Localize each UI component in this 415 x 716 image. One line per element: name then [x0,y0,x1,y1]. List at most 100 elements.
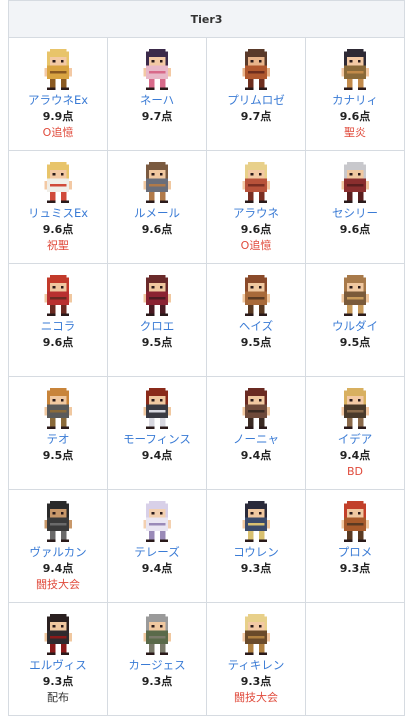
character-score: 9.3点 [42,675,74,688]
character-name-link[interactable]: アラウネEx [28,92,88,108]
character-score: 9.7点 [141,110,173,123]
character-cell: イデア 9.4点 BD [305,376,405,490]
table-row: ヴァルカン 9.4点 闘技大会 テレーズ 9.4点 コウレン 9.3点 プロメ … [8,489,405,603]
character-tag: O追憶 [240,239,272,252]
character-cell: ノーニャ 9.4点 [206,376,306,490]
character-score: 9.6点 [240,223,272,236]
character-name-link[interactable]: ティキレン [228,657,285,673]
character-score: 9.4点 [141,562,173,575]
character-card: アラウネEx 9.9点 O追憶 [9,38,107,141]
character-name-link[interactable]: エルヴィス [29,657,87,673]
character-name-link[interactable]: ルメール [134,205,180,221]
character-name-link[interactable]: プリムロゼ [227,92,285,108]
character-cell: プリムロゼ 9.7点 [206,37,306,151]
character-score: 9.5点 [42,449,74,462]
character-tag: 祝聖 [47,239,69,252]
character-name-link[interactable]: ノーニャ [233,431,279,447]
character-cell: カナリィ 9.6点 聖炎 [305,37,405,151]
character-sprite-icon [143,274,171,316]
character-score: 9.7点 [240,110,272,123]
character-tag: BD [346,465,364,478]
character-score: 9.3点 [339,562,371,575]
character-score: 9.6点 [339,110,371,123]
character-score: 9.6点 [42,336,74,349]
character-tag: O追憶 [42,126,74,139]
character-sprite-icon [341,161,369,203]
character-card: カナリィ 9.6点 聖炎 [306,38,404,141]
character-name-link[interactable]: ヘイズ [239,318,273,334]
character-score: 9.5点 [240,336,272,349]
character-sprite-icon [143,387,171,429]
character-name-link[interactable]: ネーハ [140,92,174,108]
character-sprite-icon [341,500,369,542]
character-sprite-icon [242,274,270,316]
character-cell: カージェス 9.3点 [107,602,207,716]
character-sprite-icon [242,613,270,655]
character-sprite-icon [44,48,72,90]
character-name-link[interactable]: リュミスEx [28,205,88,221]
character-card: クロエ 9.5点 [108,264,206,351]
character-name-link[interactable]: カナリィ [332,92,378,108]
character-cell: アラウネEx 9.9点 O追憶 [8,37,108,151]
character-name-link[interactable]: ヴァルカン [29,544,86,560]
character-cell: テレーズ 9.4点 [107,489,207,603]
character-cell: モーフィンス 9.4点 [107,376,207,490]
character-card: リュミスEx 9.6点 祝聖 [9,151,107,254]
character-sprite-icon [44,500,72,542]
character-cell: ネーハ 9.7点 [107,37,207,151]
character-name-link[interactable]: カージェス [128,657,185,673]
tier-title: Tier3 [8,0,405,38]
character-card: プリムロゼ 9.7点 [207,38,305,125]
character-sprite-icon [44,387,72,429]
character-score: 9.5点 [141,336,173,349]
character-name-link[interactable]: セシリー [332,205,378,221]
character-card: ヴァルカン 9.4点 闘技大会 [9,490,107,593]
character-name-link[interactable]: クロエ [140,318,175,334]
character-cell: エルヴィス 9.3点配布 [8,602,108,716]
empty-cell [305,602,405,716]
character-sprite-icon [44,274,72,316]
character-score: 9.3点 [240,562,272,575]
table-row: エルヴィス 9.3点 配布 カージェス 9.3点 ティキレン 9.3点 闘技大会 [8,602,405,716]
character-score: 9.4点 [240,449,272,462]
character-name-link[interactable]: アラウネ [233,205,279,221]
character-name-link[interactable]: モーフィンス [123,431,191,447]
character-card: エルヴィス 9.3点配布 [9,603,107,706]
character-card: カージェス 9.3点 [108,603,206,690]
character-sprite-icon [143,613,171,655]
character-tag: 配布 [47,691,69,704]
character-card: セシリー 9.6点 [306,151,404,238]
character-score: 9.4点 [141,449,173,462]
character-name-link[interactable]: ニコラ [41,318,76,334]
tier-header-row: Tier3 [8,0,405,38]
character-cell: ウルダイ 9.5点 [305,263,405,377]
character-card: ヘイズ 9.5点 [207,264,305,351]
table-row: ニコラ 9.6点 クロエ 9.5点 ヘイズ 9.5点 ウルダイ 9.5点 [8,263,405,377]
character-sprite-icon [44,161,72,203]
character-card: ノーニャ 9.4点 [207,377,305,464]
character-card: テオ 9.5点 [9,377,107,464]
character-card: ウルダイ 9.5点 [306,264,404,351]
character-sprite-icon [143,500,171,542]
character-score: 9.3点 [141,675,173,688]
table-row: テオ 9.5点 モーフィンス 9.4点 ノーニャ 9.4点 イデア 9.4点 B… [8,376,405,490]
character-name-link[interactable]: プロメ [338,544,373,560]
character-sprite-icon [341,387,369,429]
character-name-link[interactable]: イデア [338,431,373,447]
character-name-link[interactable]: テオ [47,431,70,447]
character-sprite-icon [341,274,369,316]
character-cell: ルメール 9.6点 [107,150,207,264]
character-card: ネーハ 9.7点 [108,38,206,125]
character-tag: 闘技大会 [234,691,278,704]
character-name-link[interactable]: ウルダイ [332,318,378,334]
character-cell: ヴァルカン 9.4点 闘技大会 [8,489,108,603]
character-tag: 闘技大会 [36,578,80,591]
character-name-link[interactable]: テレーズ [134,544,179,560]
character-cell: リュミスEx 9.6点 祝聖 [8,150,108,264]
character-score: 9.9点 [42,110,74,123]
character-card: ティキレン 9.3点 闘技大会 [207,603,305,706]
character-score: 9.5点 [339,336,371,349]
character-score: 9.6点 [141,223,173,236]
character-name-link[interactable]: コウレン [233,544,279,560]
character-sprite-icon [341,48,369,90]
